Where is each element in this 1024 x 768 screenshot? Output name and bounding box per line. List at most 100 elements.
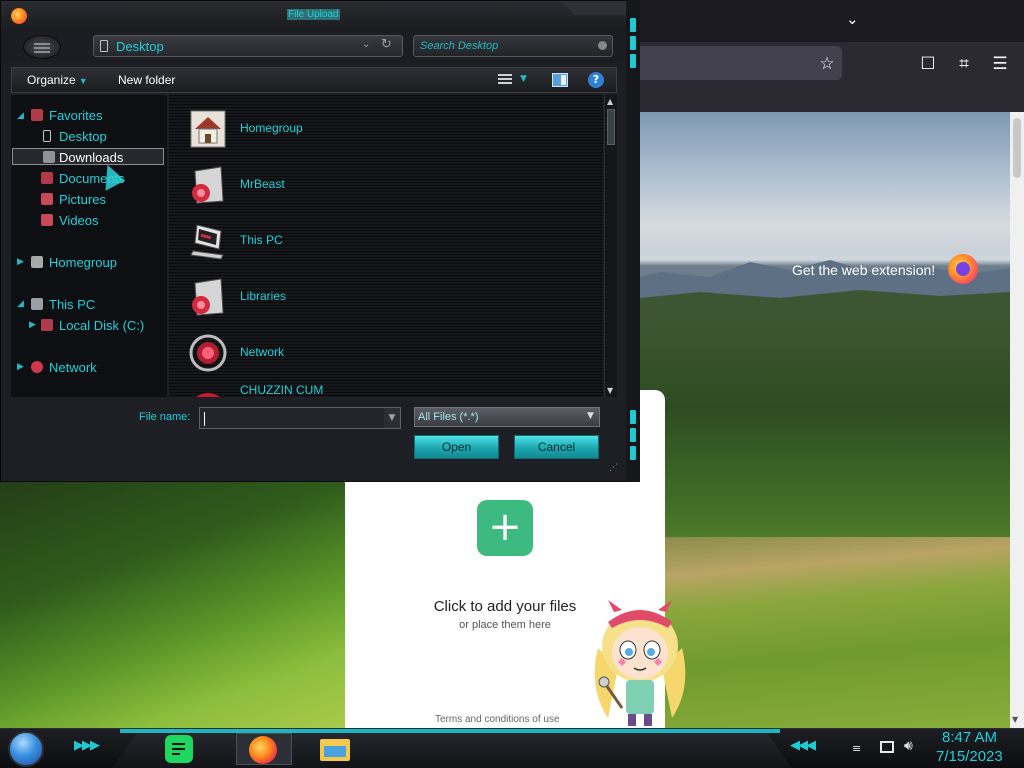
file-type-value: All Files (*.*) (418, 411, 479, 423)
search-box[interactable]: Search Desktop (413, 35, 613, 57)
libraries-icon (192, 278, 224, 316)
clock-time[interactable]: 8:47 AM (942, 729, 997, 746)
taskbar-center-plate (112, 729, 792, 768)
file-type-select[interactable]: All Files (*.*) ▼ (414, 407, 600, 427)
collapse-arrow-icon[interactable]: ▶ (29, 320, 36, 330)
homegroup-icon (190, 110, 226, 148)
favorites-icon (31, 109, 43, 121)
file-item-chuzzin-cum[interactable]: CHUZZIN CUM (187, 377, 587, 397)
folder-icon (195, 393, 221, 397)
taskbar-decoration-icon: ◀◀◀ (790, 738, 816, 753)
navigation-pane: ◢ Favorites Desktop Downloads Documents … (11, 95, 167, 397)
address-text: Desktop (116, 39, 164, 54)
navigation-row: Desktop ⌄ ↻ Search Desktop (1, 31, 629, 63)
background-forest (0, 477, 345, 728)
network-tray-icon[interactable] (880, 741, 894, 753)
view-options-dropdown-icon[interactable]: ▼ (520, 74, 527, 84)
network-icon (189, 334, 227, 372)
file-item-mrbeast[interactable]: MrBeast (187, 161, 587, 209)
collapse-arrow-icon[interactable]: ▶ (17, 257, 24, 267)
notes-icon-line (172, 748, 185, 750)
add-files-button[interactable]: + (477, 500, 533, 556)
taskbar-accent-line (120, 729, 780, 733)
taskbar-decoration-icon: ▶▶▶ (74, 738, 100, 753)
file-list[interactable]: Homegroup MrBeast This PC Libraries Netw… (169, 95, 603, 397)
dialog-toolbar: Organize ▼ New folder ▼ ? (11, 67, 617, 93)
nav-videos[interactable]: Videos (59, 213, 99, 228)
address-bar[interactable]: Desktop ⌄ ↻ (93, 35, 403, 57)
scrollbar-thumb[interactable] (1013, 118, 1021, 178)
pictures-icon (41, 193, 53, 205)
file-list-scrollbar[interactable]: ▲ ▼ (604, 95, 617, 397)
nav-this-pc[interactable]: This PC (49, 297, 95, 312)
desktop-screen: ⌄ ☆ ☐ ⌗ ☰ Get the web extension! ▼ + Cli… (0, 0, 1024, 768)
network-icon (31, 361, 43, 373)
nav-network[interactable]: Network (49, 360, 97, 375)
notes-icon-line (172, 743, 185, 745)
file-item-this-pc[interactable]: This PC (187, 217, 587, 265)
neon-segment (630, 18, 636, 32)
expand-arrow-icon[interactable]: ◢ (17, 299, 24, 309)
neon-segment (630, 428, 636, 442)
chevron-down-icon[interactable]: ⌄ (362, 39, 370, 50)
preview-pane-icon[interactable] (552, 73, 568, 87)
nav-homegroup[interactable]: Homegroup (49, 255, 117, 270)
dialog-titlebar[interactable]: File Upload (1, 1, 629, 31)
refresh-icon[interactable]: ↻ (381, 37, 392, 52)
firefox-logo-icon (948, 254, 978, 284)
collapse-arrow-icon[interactable]: ▶ (17, 362, 24, 372)
page-scrollbar[interactable]: ▼ (1010, 112, 1024, 728)
back-button[interactable] (23, 35, 61, 59)
dialog-title: File Upload (287, 9, 340, 20)
chevron-down-icon[interactable]: ⌄ (846, 10, 859, 28)
folder-icon (100, 40, 108, 52)
firefox-icon[interactable] (236, 733, 292, 765)
extension-banner-text[interactable]: Get the web extension! (792, 262, 935, 278)
desktop-icon (43, 130, 51, 142)
bookmark-star-icon[interactable]: ☆ (815, 52, 839, 76)
file-name: Libraries (240, 289, 287, 303)
menu-icon[interactable]: ☰ (988, 52, 1012, 76)
expand-arrow-icon[interactable]: ◢ (17, 111, 24, 121)
file-item-libraries[interactable]: Libraries (187, 273, 587, 321)
scroll-up-arrow-icon[interactable]: ▲ (607, 97, 613, 106)
scroll-down-arrow-icon[interactable]: ▼ (1012, 715, 1018, 724)
cancel-button[interactable]: Cancel (514, 435, 599, 459)
file-explorer-icon[interactable] (318, 733, 352, 765)
help-icon[interactable]: ? (588, 72, 604, 88)
open-button[interactable]: Open (414, 435, 499, 459)
new-folder-button[interactable]: New folder (118, 73, 175, 87)
start-button[interactable] (8, 731, 44, 767)
firefox-logo-icon (249, 736, 277, 764)
volume-icon[interactable]: 🔊︎ (904, 738, 913, 754)
extensions-icon[interactable]: ⌗ (952, 52, 976, 76)
change-view-icon[interactable] (498, 74, 512, 86)
search-icon[interactable] (598, 41, 607, 50)
scroll-down-arrow-icon[interactable]: ▼ (607, 386, 613, 395)
pocket-icon[interactable]: ☐ (916, 52, 940, 76)
file-name-label: File name: (139, 411, 191, 423)
organize-label: Organize (27, 73, 76, 87)
organize-button[interactable]: Organize ▼ (27, 73, 88, 87)
file-item-homegroup[interactable]: Homegroup (187, 105, 587, 153)
scrollbar-thumb[interactable] (607, 109, 615, 145)
back-button-stripe (34, 47, 50, 49)
mascot-sticker-image (594, 600, 686, 726)
titlebar-decoration (561, 1, 629, 15)
file-name-input[interactable] (199, 407, 401, 429)
terms-link[interactable]: Terms and conditions of use (435, 714, 560, 725)
clock-date[interactable]: 7/15/2023 (936, 748, 1003, 765)
nav-favorites[interactable]: Favorites (49, 108, 102, 123)
nav-desktop[interactable]: Desktop (59, 129, 107, 144)
this-pc-icon (31, 298, 43, 310)
action-center-icon[interactable]: ≡ (852, 742, 861, 755)
nav-pictures[interactable]: Pictures (59, 192, 106, 207)
nav-local-disk[interactable]: Local Disk (C:) (59, 318, 144, 333)
resize-grip-icon[interactable]: ⋰ (609, 463, 618, 473)
notes-icon[interactable] (162, 733, 196, 765)
file-upload-dialog[interactable]: File Upload Desktop ⌄ ↻ Search Desktop O… (0, 0, 629, 482)
file-name-dropdown-icon[interactable]: ▼ (384, 408, 400, 428)
notes-icon-line (172, 753, 180, 755)
file-item-network[interactable]: Network (187, 329, 587, 377)
local-disk-icon (41, 319, 53, 331)
